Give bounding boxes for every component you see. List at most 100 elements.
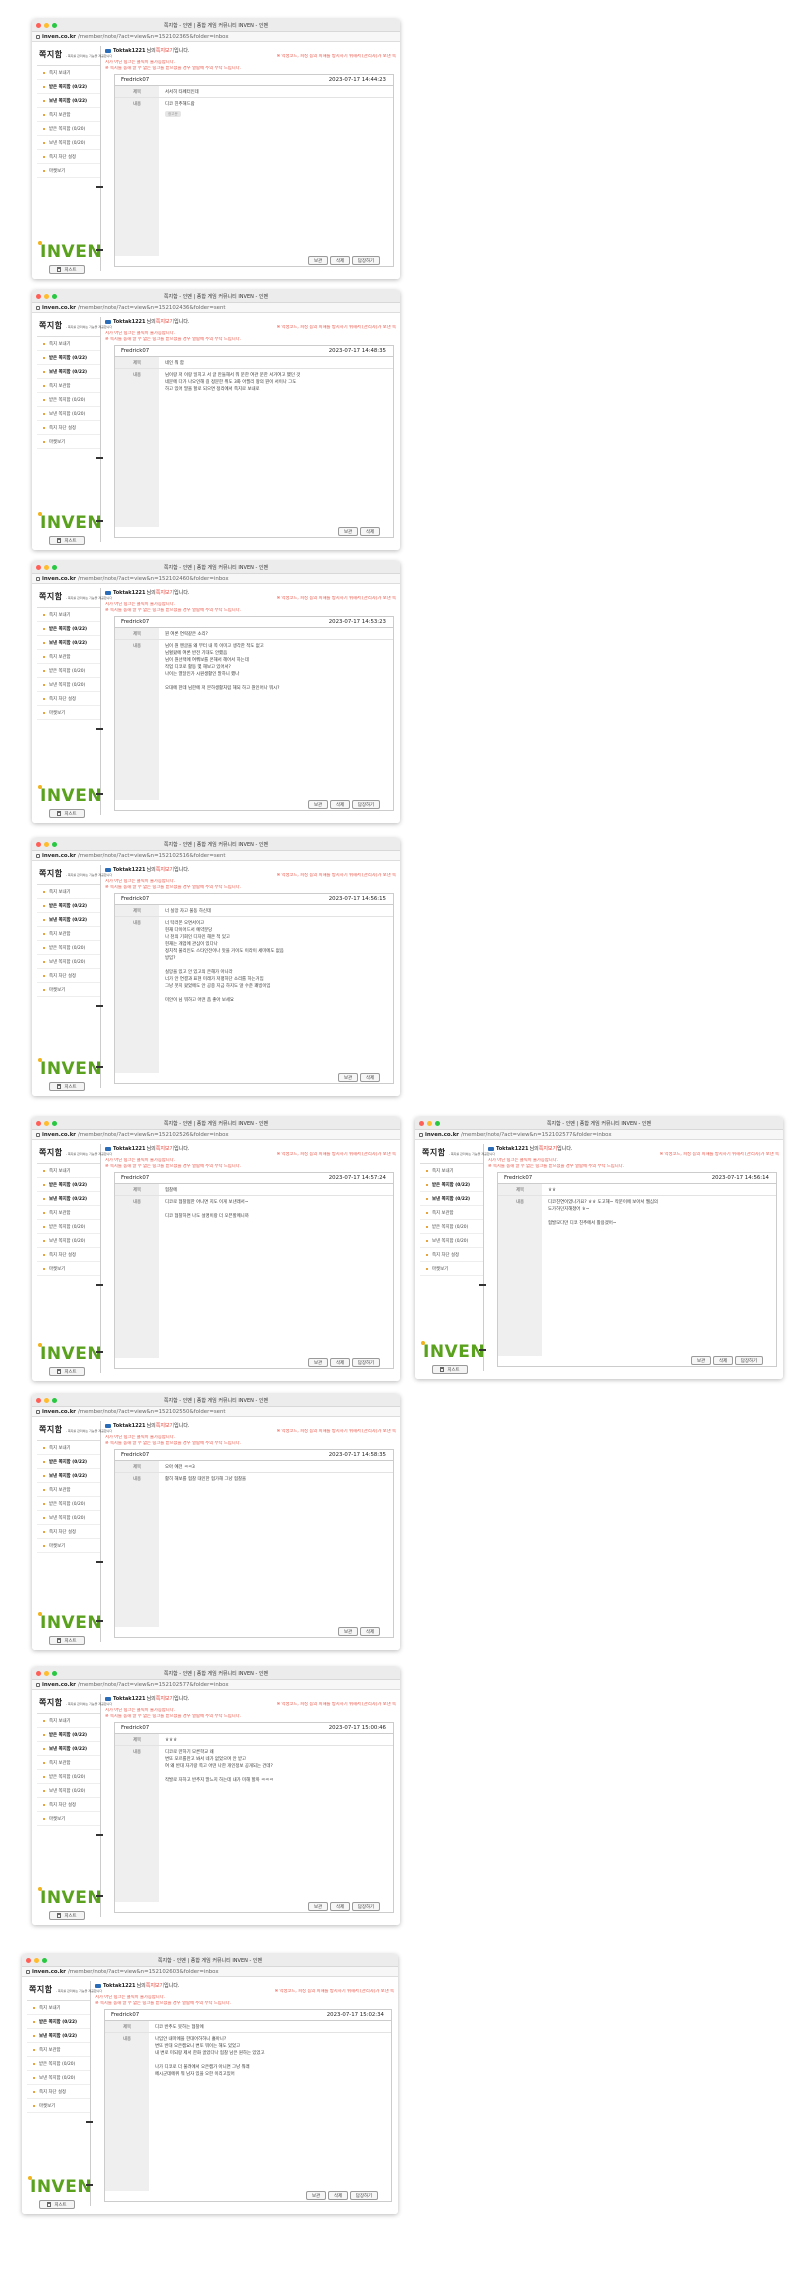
reply-button[interactable]: 답장하기 [735, 1356, 763, 1365]
sidebar-item[interactable]: 쪽지 보내기 [37, 608, 100, 622]
sidebar-item[interactable]: 보낸 쪽지함 (0/22) [37, 94, 100, 108]
sidebar-item[interactable]: 쪽지 보관함 [37, 1206, 100, 1220]
sidebar-item[interactable]: 보낸 쪽지함 (0/20) [37, 407, 100, 421]
sender-name[interactable]: Fredrick07 [121, 348, 149, 354]
view-notes-link[interactable]: 쪽지보기 [539, 1145, 557, 1152]
sidebar-item[interactable]: 보낸 쪽지함 (0/22) [37, 913, 100, 927]
sidebar-item[interactable]: 보낸 쪽지함 (0/20) [27, 2071, 90, 2085]
sender-name[interactable]: Fredrick07 [121, 1725, 149, 1731]
divider-handle-bottom[interactable] [96, 793, 103, 795]
sidebar-item[interactable]: 보낸 쪽지함 (0/20) [37, 1234, 100, 1248]
save-button[interactable]: 보관 [306, 2191, 326, 2200]
sidebar-item[interactable]: 받은 쪽지함 (0/22) [37, 351, 100, 365]
reply-button[interactable]: 답장하기 [352, 256, 380, 265]
sidebar-item[interactable]: 보낸 쪽지함 (0/20) [37, 955, 100, 969]
sidebar-item[interactable]: 보낸 쪽지함 (0/20) [420, 1234, 483, 1248]
delete-button[interactable]: 삭제 [330, 1358, 350, 1367]
sidebar-item[interactable]: 받은 쪽지함 (0/20) [27, 2057, 90, 2071]
sidebar-item[interactable]: 쪽지 차단 설정 [37, 1525, 100, 1539]
sidebar-item[interactable]: 쪽지 보관함 [37, 1483, 100, 1497]
sidebar-item[interactable]: 보낸 쪽지함 (0/22) [37, 1469, 100, 1483]
sidebar-item[interactable]: 마켓보기 [37, 1262, 100, 1276]
sender-name[interactable]: Fredrick07 [121, 619, 149, 625]
view-notes-link[interactable]: 쪽지보기 [156, 318, 174, 325]
delete-button[interactable]: 삭제 [330, 800, 350, 809]
view-notes-link[interactable]: 쪽지보기 [156, 1145, 174, 1152]
trash-button[interactable]: 지스트 [49, 265, 85, 274]
divider-handle-top[interactable] [96, 457, 103, 459]
trash-button[interactable]: 지스트 [49, 1367, 85, 1376]
view-notes-link[interactable]: 쪽지보기 [156, 1695, 174, 1702]
sidebar-item[interactable]: 쪽지 보관함 [27, 2043, 90, 2057]
sidebar-item[interactable]: 쪽지 차단 설정 [37, 969, 100, 983]
address-bar[interactable]: inven.co.kr/member/note/?act=view&n=1521… [32, 303, 400, 313]
sidebar-item[interactable]: 마켓보기 [37, 706, 100, 720]
sidebar-item[interactable]: 마켓보기 [37, 1812, 100, 1826]
sidebar-item[interactable]: 받은 쪽지함 (0/22) [37, 1178, 100, 1192]
divider-handle-bottom[interactable] [96, 249, 103, 251]
sidebar-item[interactable]: 쪽지 보내기 [420, 1164, 483, 1178]
view-notes-link[interactable]: 쪽지보기 [156, 866, 174, 873]
save-button[interactable]: 보관 [338, 1073, 358, 1082]
sidebar-item[interactable]: 받은 쪽지함 (0/22) [37, 80, 100, 94]
sidebar-item[interactable]: 보낸 쪽지함 (0/20) [37, 1784, 100, 1798]
sidebar-item[interactable]: 받은 쪽지함 (0/22) [37, 1728, 100, 1742]
sidebar-item[interactable]: 쪽지 보관함 [37, 650, 100, 664]
trash-button[interactable]: 지스트 [49, 536, 85, 545]
save-button[interactable]: 보관 [308, 1902, 328, 1911]
trash-button[interactable]: 지스트 [39, 2200, 75, 2209]
delete-button[interactable]: 삭제 [360, 1627, 380, 1636]
sidebar-item[interactable]: 보낸 쪽지함 (0/22) [37, 1742, 100, 1756]
sidebar-item[interactable]: 쪽지 보내기 [37, 66, 100, 80]
sender-name[interactable]: Fredrick07 [504, 1175, 532, 1181]
reply-button[interactable]: 답장하기 [352, 1902, 380, 1911]
trash-button[interactable]: 지스트 [49, 1636, 85, 1645]
sidebar-item[interactable]: 마켓보기 [27, 2099, 90, 2113]
sidebar-item[interactable]: 받은 쪽지함 (0/20) [37, 1770, 100, 1784]
divider-handle-bottom[interactable] [479, 1349, 486, 1351]
address-bar[interactable]: inven.co.kr/member/note/?act=view&n=1521… [415, 1130, 783, 1140]
sidebar-item[interactable]: 쪽지 차단 설정 [37, 150, 100, 164]
sidebar-item[interactable]: 받은 쪽지함 (0/20) [37, 122, 100, 136]
address-bar[interactable]: inven.co.kr/member/note/?act=view&n=1521… [32, 1680, 400, 1690]
sidebar-item[interactable]: 쪽지 보내기 [37, 1714, 100, 1728]
sidebar-item[interactable]: 보낸 쪽지함 (0/22) [37, 1192, 100, 1206]
sidebar-item[interactable]: 쪽지 차단 설정 [37, 421, 100, 435]
sender-name[interactable]: Fredrick07 [121, 77, 149, 83]
divider-handle-bottom[interactable] [96, 520, 103, 522]
divider-handle-bottom[interactable] [86, 2184, 93, 2186]
sidebar-item[interactable]: 마켓보기 [37, 164, 100, 178]
sender-name[interactable]: Fredrick07 [121, 1452, 149, 1458]
sidebar-item[interactable]: 보낸 쪽지함 (0/20) [37, 678, 100, 692]
delete-button[interactable]: 삭제 [330, 1902, 350, 1911]
sidebar-item[interactable]: 쪽지 차단 설정 [37, 1248, 100, 1262]
sidebar-item[interactable]: 보낸 쪽지함 (0/20) [37, 1511, 100, 1525]
sidebar-item[interactable]: 쪽지 차단 설정 [37, 1798, 100, 1812]
sidebar-item[interactable]: 보낸 쪽지함 (0/22) [420, 1192, 483, 1206]
trash-button[interactable]: 지스트 [49, 809, 85, 818]
reply-button[interactable]: 답장하기 [352, 1358, 380, 1367]
sender-name[interactable]: Fredrick07 [111, 2012, 139, 2018]
delete-button[interactable]: 삭제 [360, 1073, 380, 1082]
address-bar[interactable]: inven.co.kr/member/note/?act=view&n=1521… [32, 851, 400, 861]
sidebar-item[interactable]: 쪽지 보내기 [37, 1441, 100, 1455]
address-bar[interactable]: inven.co.kr/member/note/?act=view&n=1521… [32, 1407, 400, 1417]
address-bar[interactable]: inven.co.kr/member/note/?act=view&n=1521… [32, 32, 400, 42]
view-notes-link[interactable]: 쪽지보기 [156, 47, 174, 54]
sidebar-item[interactable]: 보낸 쪽지함 (0/20) [37, 136, 100, 150]
divider-handle-top[interactable] [96, 728, 103, 730]
sidebar-item[interactable]: 받은 쪽지함 (0/20) [37, 941, 100, 955]
trash-button[interactable]: 지스트 [432, 1365, 468, 1374]
sender-name[interactable]: Fredrick07 [121, 896, 149, 902]
view-notes-link[interactable]: 쪽지보기 [156, 589, 174, 596]
sidebar-item[interactable]: 받은 쪽지함 (0/22) [37, 622, 100, 636]
sidebar-item[interactable]: 받은 쪽지함 (0/20) [420, 1220, 483, 1234]
sidebar-item[interactable]: 마켓보기 [37, 435, 100, 449]
divider-handle-top[interactable] [96, 186, 103, 188]
sidebar-item[interactable]: 쪽지 차단 설정 [420, 1248, 483, 1262]
sidebar-item[interactable]: 보낸 쪽지함 (0/22) [27, 2029, 90, 2043]
divider-handle-top[interactable] [86, 2121, 93, 2123]
sidebar-item[interactable]: 쪽지 보내기 [37, 337, 100, 351]
address-bar[interactable]: inven.co.kr/member/note/?act=view&n=1521… [22, 1967, 398, 1977]
save-button[interactable]: 보관 [308, 256, 328, 265]
